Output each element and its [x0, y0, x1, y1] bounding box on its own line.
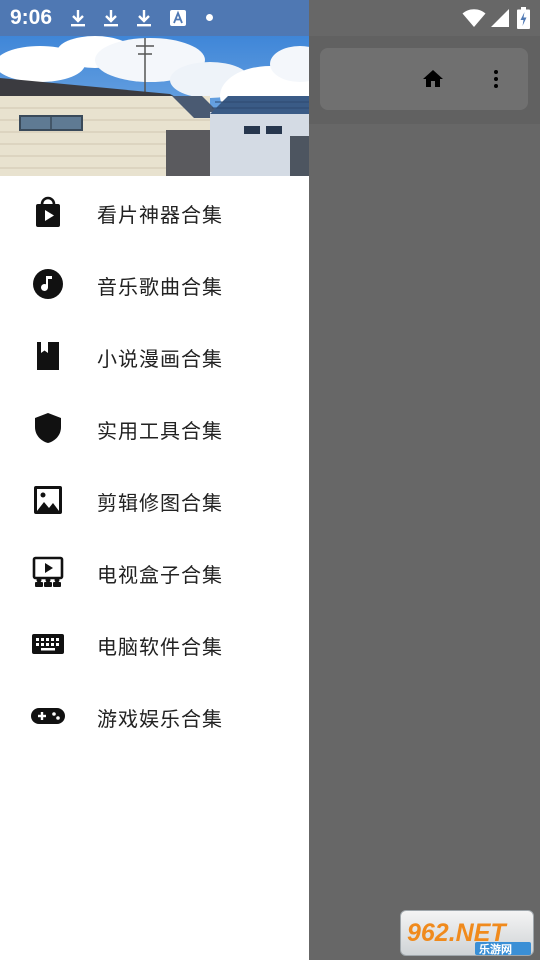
- drawer-item-label: 音乐歌曲合集: [97, 275, 223, 299]
- drawer-item-label: 游戏娱乐合集: [97, 707, 223, 731]
- drawer-menu-list: 看片神器合集 音乐歌曲合集 小说漫画合集 实用工具合集 剪辑修图合集 电视盒子合…: [0, 176, 309, 752]
- house-photo: [0, 36, 309, 176]
- drawer-item-novels[interactable]: 小说漫画合集: [0, 320, 309, 392]
- drawer-item-music[interactable]: 音乐歌曲合集: [0, 248, 309, 320]
- watermark-logo: 962.NET 乐游网: [400, 910, 534, 956]
- download-icon: [137, 10, 151, 27]
- watermark-graphic: 962.NET 乐游网: [407, 919, 531, 956]
- watermark-subtitle: 乐游网: [479, 942, 512, 956]
- play-bag-icon: [36, 196, 60, 227]
- image-icon: [34, 486, 62, 514]
- drawer-item-tools[interactable]: 实用工具合集: [0, 392, 309, 464]
- wifi-icon: [462, 9, 486, 27]
- download-icon: [104, 10, 118, 27]
- drawer-header-image: [0, 36, 309, 176]
- drawer-item-tvbox[interactable]: 电视盒子合集: [0, 536, 309, 608]
- dot-icon: [206, 14, 213, 21]
- status-time: 9:06: [10, 6, 53, 29]
- navigation-drawer: 看片神器合集 音乐歌曲合集 小说漫画合集 实用工具合集 剪辑修图合集 电视盒子合…: [0, 0, 309, 960]
- battery-charging-icon: [517, 7, 530, 29]
- drawer-item-label: 小说漫画合集: [97, 347, 223, 371]
- status-bar: 9:06: [0, 0, 540, 36]
- translate-icon: [170, 10, 186, 26]
- book-icon: [37, 342, 59, 370]
- drawer-item-label: 看片神器合集: [97, 203, 223, 227]
- drawer-item-editing[interactable]: 剪辑修图合集: [0, 464, 309, 536]
- download-icon: [71, 10, 85, 27]
- tv-screen-icon: [32, 556, 64, 587]
- drawer-item-label: 实用工具合集: [97, 419, 223, 443]
- drawer-item-label: 电脑软件合集: [97, 635, 223, 659]
- drawer-item-label: 电视盒子合集: [97, 563, 223, 587]
- gamepad-icon: [31, 708, 65, 724]
- drawer-item-games[interactable]: 游戏娱乐合集: [0, 680, 309, 752]
- drawer-item-movies[interactable]: 看片神器合集: [0, 176, 309, 248]
- shield-icon: [35, 413, 61, 443]
- music-note-icon: [33, 269, 63, 299]
- keyboard-icon: [32, 634, 64, 654]
- signal-icon: [491, 9, 509, 27]
- drawer-item-pc-software[interactable]: 电脑软件合集: [0, 608, 309, 680]
- drawer-item-label: 剪辑修图合集: [97, 491, 223, 515]
